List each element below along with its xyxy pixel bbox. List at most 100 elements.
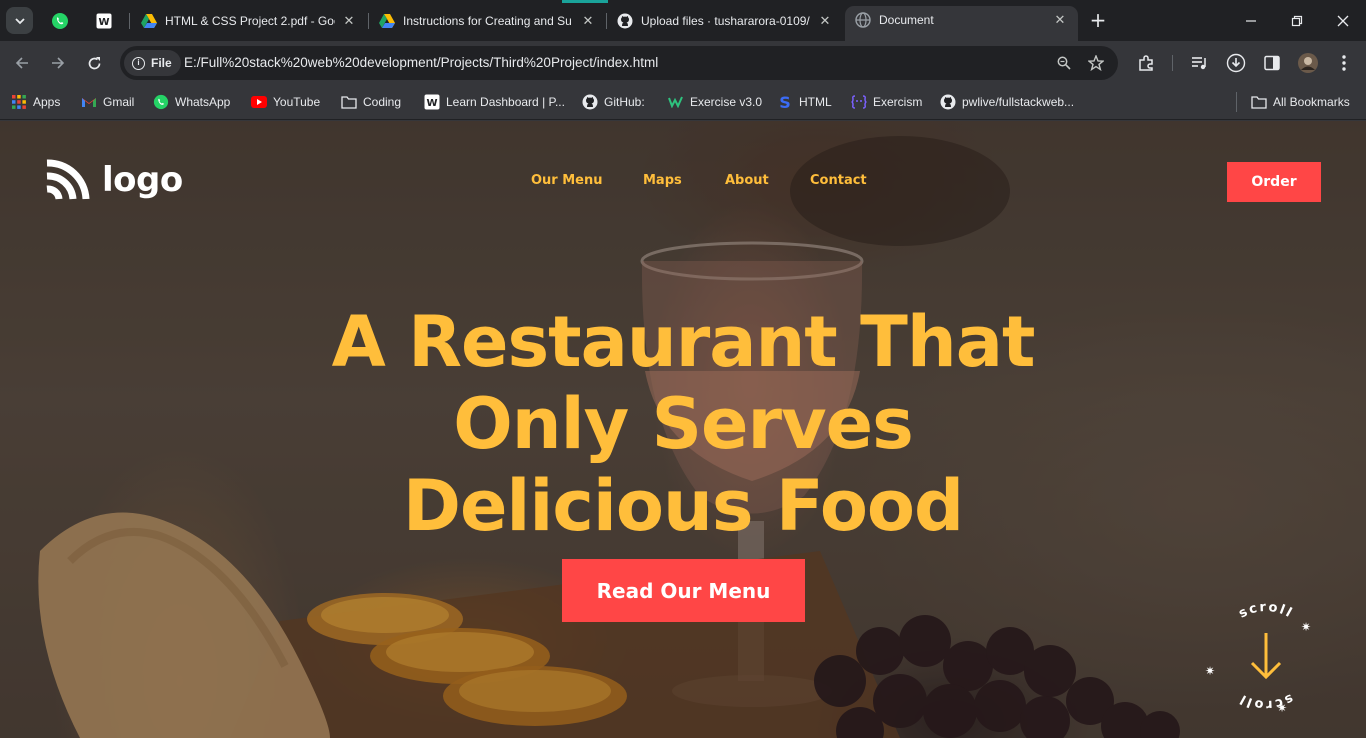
- close-icon[interactable]: ✕: [817, 13, 833, 29]
- tab-strip: W HTML & CSS Project 2.pdf - Goo ✕ Instr…: [0, 0, 1366, 41]
- bookmark-exercise[interactable]: Exercise v3.0: [668, 91, 762, 113]
- close-icon[interactable]: ✕: [341, 13, 357, 29]
- logo-text: logo: [102, 160, 183, 200]
- bookmarks-separator: [1236, 92, 1237, 112]
- address-bar[interactable]: i File E:/Full%20stack%20web%20developme…: [120, 46, 1118, 80]
- tab-title: Instructions for Creating and Su: [403, 13, 572, 28]
- minimize-icon: [1246, 19, 1256, 22]
- github-icon: [940, 94, 956, 110]
- svg-text:W: W: [426, 98, 437, 109]
- site-info-chip[interactable]: i File: [124, 50, 181, 76]
- tab-search-button[interactable]: [6, 7, 33, 34]
- read-menu-button[interactable]: Read Our Menu: [562, 559, 805, 622]
- close-icon[interactable]: ✕: [1052, 12, 1068, 28]
- bookmark-apps[interactable]: Apps: [11, 91, 60, 113]
- bookmark-label: HTML: [799, 95, 832, 109]
- bookmark-label: Coding: [363, 95, 402, 109]
- media-controls-icon[interactable]: [1188, 51, 1212, 75]
- bookmarks-bar: Apps Gmail WhatsApp YouTube Coding W Lea…: [0, 85, 1366, 120]
- bookmark-label: pwlive/fullstackweb...: [962, 95, 1075, 109]
- tab-upload-files[interactable]: Upload files · tushararora-0109/ ✕: [607, 7, 843, 34]
- extensions-icon[interactable]: [1134, 51, 1158, 75]
- star-icon: ✷: [1301, 620, 1311, 634]
- arrow-down-icon: [1250, 633, 1282, 680]
- headline-line: Only Serves: [453, 383, 914, 465]
- restore-button[interactable]: [1274, 0, 1320, 41]
- bookmark-label: Apps: [33, 95, 61, 109]
- url-text[interactable]: E:/Full%20stack%20web%20development/Proj…: [184, 55, 658, 70]
- svg-text:S: S: [779, 94, 791, 110]
- html-s-icon: S: [777, 94, 793, 110]
- wordpress-icon: W: [96, 13, 112, 28]
- arrow-right-icon: [52, 57, 65, 69]
- exercism-icon: [851, 94, 867, 110]
- bookmark-label: YouTube: [273, 95, 321, 109]
- profile-avatar[interactable]: [1296, 51, 1320, 75]
- tab-title: HTML & CSS Project 2.pdf - Goo: [165, 13, 335, 28]
- order-button[interactable]: Order: [1227, 162, 1321, 202]
- tab-document[interactable]: Document ✕: [845, 6, 1078, 41]
- close-icon: [1337, 15, 1349, 26]
- scroll-badge-text: scroll: [1236, 600, 1295, 622]
- folder-icon: [341, 94, 357, 110]
- site-info-label: File: [151, 56, 172, 70]
- site-logo[interactable]: logo: [44, 159, 183, 201]
- google-drive-icon: [379, 13, 395, 29]
- tab-html-css-project[interactable]: HTML & CSS Project 2.pdf - Goo ✕: [131, 7, 367, 34]
- bookmark-label: Exercise v3.0: [690, 95, 763, 109]
- tab-loading-indicator: [562, 0, 608, 3]
- nav-link-maps[interactable]: Maps: [643, 173, 682, 188]
- zoom-icon[interactable]: [1054, 53, 1074, 73]
- github-icon: [582, 94, 598, 110]
- tab-separator: [129, 13, 130, 29]
- hero-headline: A Restaurant That Only Serves Delicious …: [183, 301, 1183, 547]
- svg-text:W: W: [98, 17, 109, 28]
- tab-title: Upload files · tushararora-0109/: [641, 13, 810, 28]
- chevron-down-icon: [14, 17, 25, 24]
- side-panel-icon[interactable]: [1260, 51, 1284, 75]
- pinned-tab-whatsapp[interactable]: [43, 6, 77, 35]
- close-icon[interactable]: ✕: [580, 13, 596, 29]
- all-bookmarks-button[interactable]: All Bookmarks: [1251, 91, 1350, 113]
- tab-title: Document: [879, 13, 934, 27]
- forward-button[interactable]: [44, 49, 72, 77]
- more-options-icon[interactable]: [1332, 51, 1356, 75]
- back-button[interactable]: [8, 49, 36, 77]
- youtube-icon: [251, 94, 267, 110]
- wordpress-icon: W: [424, 94, 440, 110]
- toolbar-separator: [1172, 55, 1173, 71]
- minimize-button[interactable]: [1228, 0, 1274, 41]
- nav-link-our-menu[interactable]: Our Menu: [531, 173, 603, 188]
- logo-mark-icon: [46, 159, 90, 200]
- bookmark-gmail[interactable]: Gmail: [81, 91, 134, 113]
- bookmark-label: Gmail: [103, 95, 135, 109]
- downloads-icon[interactable]: [1224, 51, 1248, 75]
- folder-icon: [1251, 94, 1267, 110]
- new-tab-button[interactable]: +: [1086, 8, 1110, 32]
- bookmark-whatsapp[interactable]: WhatsApp: [153, 91, 230, 113]
- reload-icon: [88, 56, 100, 69]
- pinned-tab-wordpress[interactable]: W: [87, 6, 121, 35]
- gmail-icon: [81, 94, 97, 110]
- globe-icon: [855, 12, 871, 28]
- bookmark-learn-dashboard[interactable]: W Learn Dashboard | P...: [424, 91, 565, 113]
- tab-instructions[interactable]: Instructions for Creating and Su ✕: [369, 7, 606, 34]
- bookmark-pwlive[interactable]: pwlive/fullstackweb...: [940, 91, 1074, 113]
- reload-button[interactable]: [80, 49, 108, 77]
- nav-link-about[interactable]: About: [725, 173, 769, 188]
- headline-line: Delicious Food: [402, 465, 964, 547]
- bookmark-label: WhatsApp: [175, 95, 231, 109]
- bookmark-youtube[interactable]: YouTube: [251, 91, 320, 113]
- bookmark-exercism[interactable]: Exercism: [851, 91, 922, 113]
- bookmark-coding-folder[interactable]: Coding: [341, 91, 401, 113]
- nav-link-contact[interactable]: Contact: [810, 173, 867, 188]
- bookmark-html[interactable]: S HTML: [777, 91, 832, 113]
- google-drive-icon: [141, 13, 157, 29]
- bookmark-star-icon[interactable]: [1086, 53, 1106, 73]
- star-icon: ✷: [1205, 664, 1215, 678]
- bookmark-github[interactable]: GitHub:: [582, 91, 645, 113]
- star-icon: ✷: [1277, 701, 1287, 715]
- close-window-button[interactable]: [1320, 0, 1366, 41]
- page-viewport: logo Our Menu Maps About Contact Order A…: [0, 121, 1366, 738]
- scroll-badge[interactable]: scroll scroll ✷ ✷ ✷: [1197, 587, 1335, 725]
